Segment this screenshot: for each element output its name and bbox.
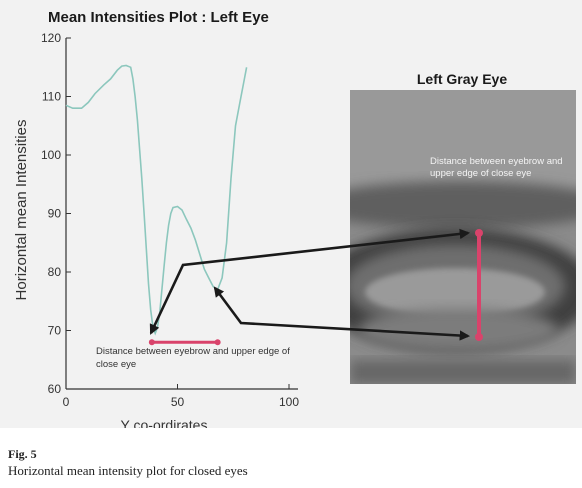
x-tick-label: 100 — [279, 395, 299, 409]
x-tick-label: 50 — [171, 395, 185, 409]
image-annotation-text: Distance between eyebrow and upper edge … — [430, 156, 563, 179]
plot-annotation-text: Distance between eyebrow and upper edge … — [96, 346, 290, 370]
figure-caption: Horizontal mean intensity plot for close… — [8, 463, 248, 478]
chart-title: Mean Intensities Plot : Left Eye — [48, 9, 269, 26]
y-tick-label: 80 — [48, 265, 62, 279]
eye-image — [350, 90, 576, 384]
y-tick-label: 70 — [48, 324, 62, 338]
y-tick-label: 100 — [41, 148, 61, 162]
y-tick-label: 60 — [48, 382, 62, 396]
image-marker-bottom — [475, 333, 483, 341]
image-annotation: Distance between eyebrow and upper edge … — [430, 156, 563, 179]
figure-label: Fig. 5 — [8, 447, 37, 461]
figure-panel: Mean Intensities Plot : Left Eye 60 70 80 9… — [0, 0, 582, 428]
x-ticks: 0 50 100 — [63, 384, 299, 409]
eye-image-title: Left Gray Eye — [417, 71, 507, 87]
y-tick-label: 120 — [41, 31, 61, 45]
plot-annotation: Distance between eyebrow and upper edge … — [96, 346, 290, 370]
figure-graphic: Mean Intensities Plot : Left Eye 60 70 80 9… — [13, 9, 576, 428]
x-axis-label: Y co-ordirates — [121, 417, 208, 428]
y-tick-label: 110 — [42, 90, 61, 104]
y-axis-label: Horizontal mean Intensities — [13, 120, 30, 301]
image-marker-top — [475, 229, 483, 237]
x-tick-label: 0 — [63, 395, 70, 409]
y-tick-label: 90 — [48, 207, 62, 221]
